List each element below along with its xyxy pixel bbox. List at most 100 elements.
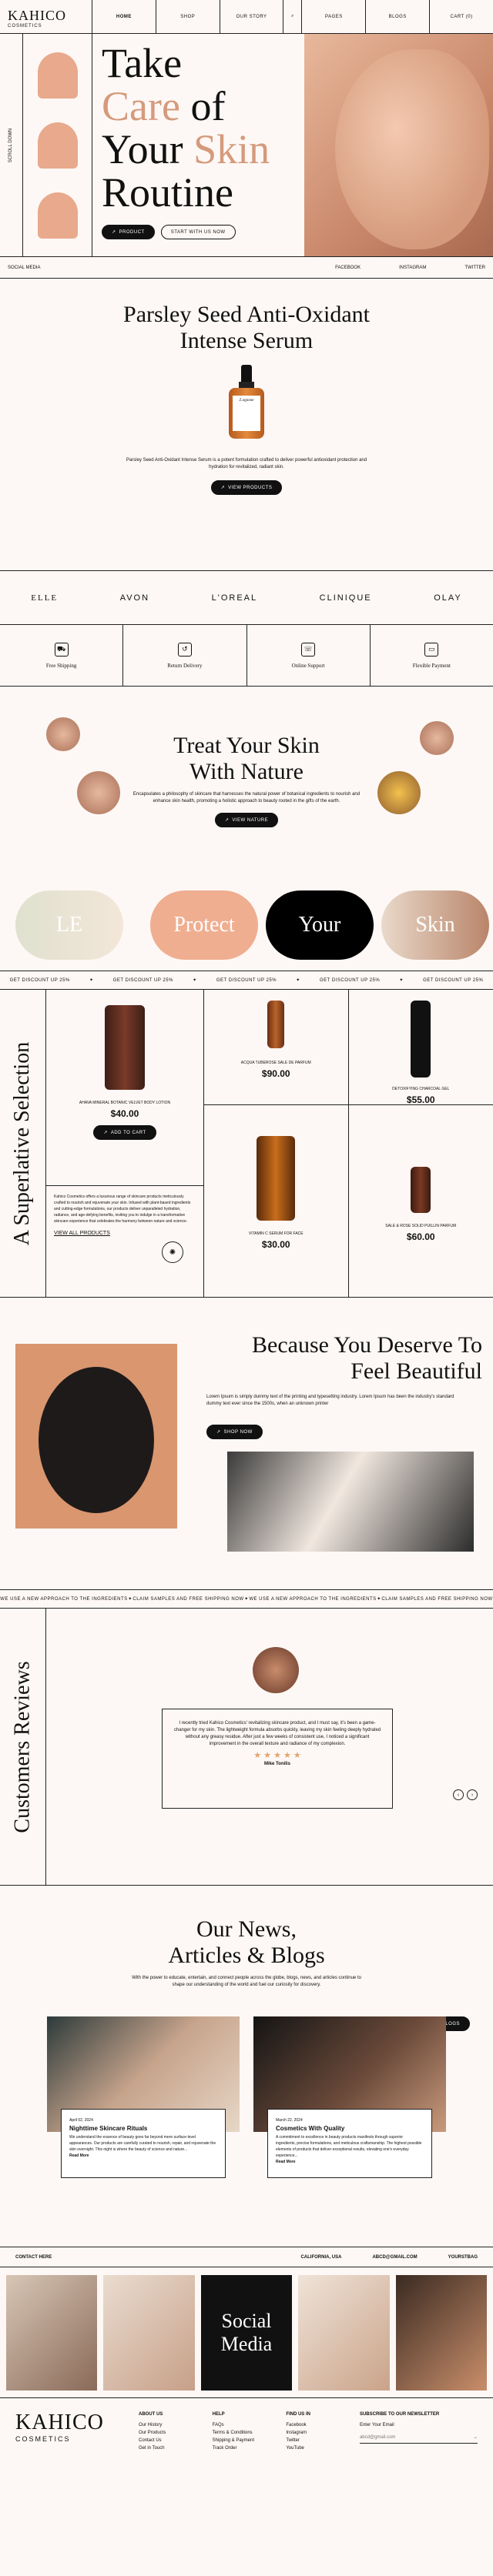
vitamin-c-serum-image xyxy=(257,1136,296,1221)
scroll-down-indicator[interactable]: SCROLL DOWN xyxy=(0,34,23,256)
lotion-bottle-image xyxy=(105,1005,145,1090)
footer-link[interactable]: Terms & Conditions xyxy=(213,2429,287,2437)
perfume-bottle-image xyxy=(267,1001,285,1048)
product-circle-image xyxy=(46,717,80,751)
because-title: Because You Deserve To Feel Beautiful xyxy=(252,1332,482,1384)
read-more-link[interactable]: Read More xyxy=(276,2159,424,2165)
prev-review-button[interactable]: ‹ xyxy=(453,1789,464,1800)
nav-pages[interactable]: PAGES xyxy=(302,0,367,33)
pill-image: LE xyxy=(15,890,123,960)
bottle-label: Z.ognone xyxy=(233,396,260,431)
gallery-image[interactable] xyxy=(298,2274,390,2391)
treat-description: Encapsulates a philosophy of skincare th… xyxy=(132,792,361,804)
treat-section: Treat Your Skin With Nature Encapsulates … xyxy=(0,687,493,879)
nav-home[interactable]: HOME xyxy=(92,0,156,33)
hero-thumbnail[interactable] xyxy=(37,122,78,169)
footer: KAHICO COSMETICS ABOUT US Our History Ou… xyxy=(0,2398,493,2494)
product-card[interactable]: ACQUA TUBEROSE SALE DE PARFUM $90.00 xyxy=(204,990,349,1105)
pill-skin: Skin xyxy=(381,890,489,960)
footer-link[interactable]: Contact Us xyxy=(139,2437,213,2444)
hero-thumbnail[interactable] xyxy=(37,192,78,239)
footer-link[interactable]: Our History xyxy=(139,2421,213,2429)
footer-link[interactable]: YouTube xyxy=(286,2444,360,2452)
footer-link[interactable]: Track Order xyxy=(213,2444,287,2452)
nav-our-story[interactable]: OUR STORY xyxy=(220,0,284,33)
services-row: ⛟ Free Shipping ↺ Return Delivery ☏ Online … xyxy=(0,625,493,687)
footer-link[interactable]: Our Products xyxy=(139,2429,213,2437)
charcoal-mask-image xyxy=(15,1344,177,1529)
product-card[interactable]: SALE & ROSE SOLID PUILLIN PARFUM $60.00 xyxy=(349,1105,493,1298)
footer-link[interactable]: Instagram xyxy=(286,2429,360,2437)
main-nav: HOME SHOP OUR STORY ⌕ PAGES BLOGS CART (… xyxy=(92,0,493,33)
footer-link[interactable]: Twitter xyxy=(286,2437,360,2444)
serum-bottle-image: Z.ognone xyxy=(229,365,264,442)
search-icon[interactable]: ⌕ xyxy=(283,0,303,33)
footer-link[interactable]: Shipping & Payment xyxy=(213,2437,287,2444)
view-all-products-link[interactable]: VIEW ALL PRODUCTS xyxy=(54,1231,196,1237)
review-card: I recently tried Kahico Cosmetics' revit… xyxy=(162,1709,393,1809)
location-text: CALIFORNIA, USA xyxy=(300,2254,342,2260)
brand-name: KAHICO xyxy=(8,8,66,23)
add-to-cart-button[interactable]: ↗ ADD TO CART xyxy=(93,1125,156,1140)
brand-avon: AVON xyxy=(119,593,150,603)
view-nature-button[interactable]: ↗ VIEW NATURE xyxy=(214,813,279,827)
nav-shop[interactable]: SHOP xyxy=(156,0,220,33)
model-circle-image xyxy=(420,721,454,755)
instagram-link[interactable]: INSTAGRAM xyxy=(399,266,426,270)
service-payment: ▭ Flexible Payment xyxy=(371,625,493,686)
product-card[interactable]: DETOXIFYING CHARCOAL GEL $55.00 xyxy=(348,990,493,1105)
truck-icon: ⛟ xyxy=(54,642,69,657)
service-support: ☏ Online Support xyxy=(247,625,371,686)
brand-elle: ELLE xyxy=(31,593,59,603)
hero-model-image xyxy=(304,34,493,256)
shop-now-button[interactable]: ↗ SHOP NOW xyxy=(206,1425,263,1439)
product-button[interactable]: ↗ PRODUCT xyxy=(102,225,155,239)
reviews-title: Customers Reviews xyxy=(10,1660,35,1833)
wallet-icon: ▭ xyxy=(424,642,439,657)
start-button[interactable]: START WITH US NOW xyxy=(160,225,236,239)
discount-ticker: GET DISCOUNT UP 25% ✦ GET DISCOUNT UP 25%… xyxy=(0,971,493,990)
next-review-button[interactable]: › xyxy=(467,1789,478,1800)
read-more-link[interactable]: Read More xyxy=(69,2153,217,2159)
because-section: Because You Deserve To Feel Beautiful Lor… xyxy=(0,1298,493,1590)
gallery-image[interactable] xyxy=(103,2274,195,2391)
facebook-link[interactable]: FACEBOOK xyxy=(335,266,361,270)
gallery-image[interactable] xyxy=(6,2274,98,2391)
news-title: Our News, Articles & Blogs xyxy=(168,1916,325,1968)
newsletter-email-input[interactable]: abcd@gmail.com xyxy=(360,2434,395,2441)
hero-title: Take Care of Your Skin Routine xyxy=(102,40,270,216)
footer-about: ABOUT US Our History Our Products Contac… xyxy=(139,2411,213,2494)
product-selection: A Superlative Selection AHAVA MINERAL BO… xyxy=(0,990,493,1298)
brand-logo[interactable]: KAHICO COSMETICS xyxy=(0,0,92,33)
footer-link[interactable]: FAQs xyxy=(213,2421,287,2429)
social-media-tile[interactable]: Social Media xyxy=(200,2274,293,2391)
support-icon: ☏ xyxy=(301,642,316,657)
featured-product: Parsley Seed Anti-Oxidant Intense Serum Z… xyxy=(0,279,493,571)
submit-arrow-icon[interactable]: → xyxy=(473,2434,478,2441)
protect-your-skin-strip: LE Protect Your Skin xyxy=(0,879,493,971)
product-card[interactable]: VITAMIN C SERUM FOR FACE $30.00 xyxy=(204,1105,349,1298)
product-card[interactable]: AHAVA MINERAL BOTANIC VELVET BODY LOTION… xyxy=(46,990,203,1186)
pill-protect: Protect xyxy=(150,890,258,960)
top-navigation: KAHICO COSMETICS HOME SHOP OUR STORY ⌕ P… xyxy=(0,0,493,34)
rating-stars: ★ ★ ★ ★ ★ xyxy=(253,1751,301,1760)
email-link[interactable]: ABCD@GMAIL.COM xyxy=(372,2255,417,2260)
return-icon: ↺ xyxy=(177,642,192,657)
selection-title: A Superlative Selection xyxy=(10,1041,35,1245)
gallery-image[interactable] xyxy=(395,2274,488,2391)
blog-card[interactable]: April 02, 2024 Nighttime Skincare Ritual… xyxy=(47,2016,240,2178)
blog-card[interactable]: March 22, 2024 Cosmetics With Quality A … xyxy=(253,2016,446,2178)
footer-link[interactable]: Facebook xyxy=(286,2421,360,2429)
footer-link[interactable]: Get in Touch xyxy=(139,2444,213,2452)
nav-blogs[interactable]: BLOGS xyxy=(366,0,431,33)
view-products-button[interactable]: ↗ VIEW PRODUCTS xyxy=(210,480,283,495)
because-description: Lorem Ipsum is simply dummy text of the … xyxy=(206,1395,454,1406)
hero-thumbnail[interactable] xyxy=(37,52,78,99)
handle-link[interactable]: YOURSTBAG xyxy=(448,2255,478,2260)
brand-olay: OLAY xyxy=(434,593,462,603)
badge-icon: ✺ xyxy=(162,1241,183,1263)
hero-section: SCROLL DOWN Take Care of Your Skin Routi… xyxy=(0,34,493,257)
reviewer-avatar xyxy=(253,1647,299,1693)
nav-cart[interactable]: CART (0) xyxy=(430,0,493,33)
twitter-link[interactable]: TWITTER xyxy=(464,266,485,270)
